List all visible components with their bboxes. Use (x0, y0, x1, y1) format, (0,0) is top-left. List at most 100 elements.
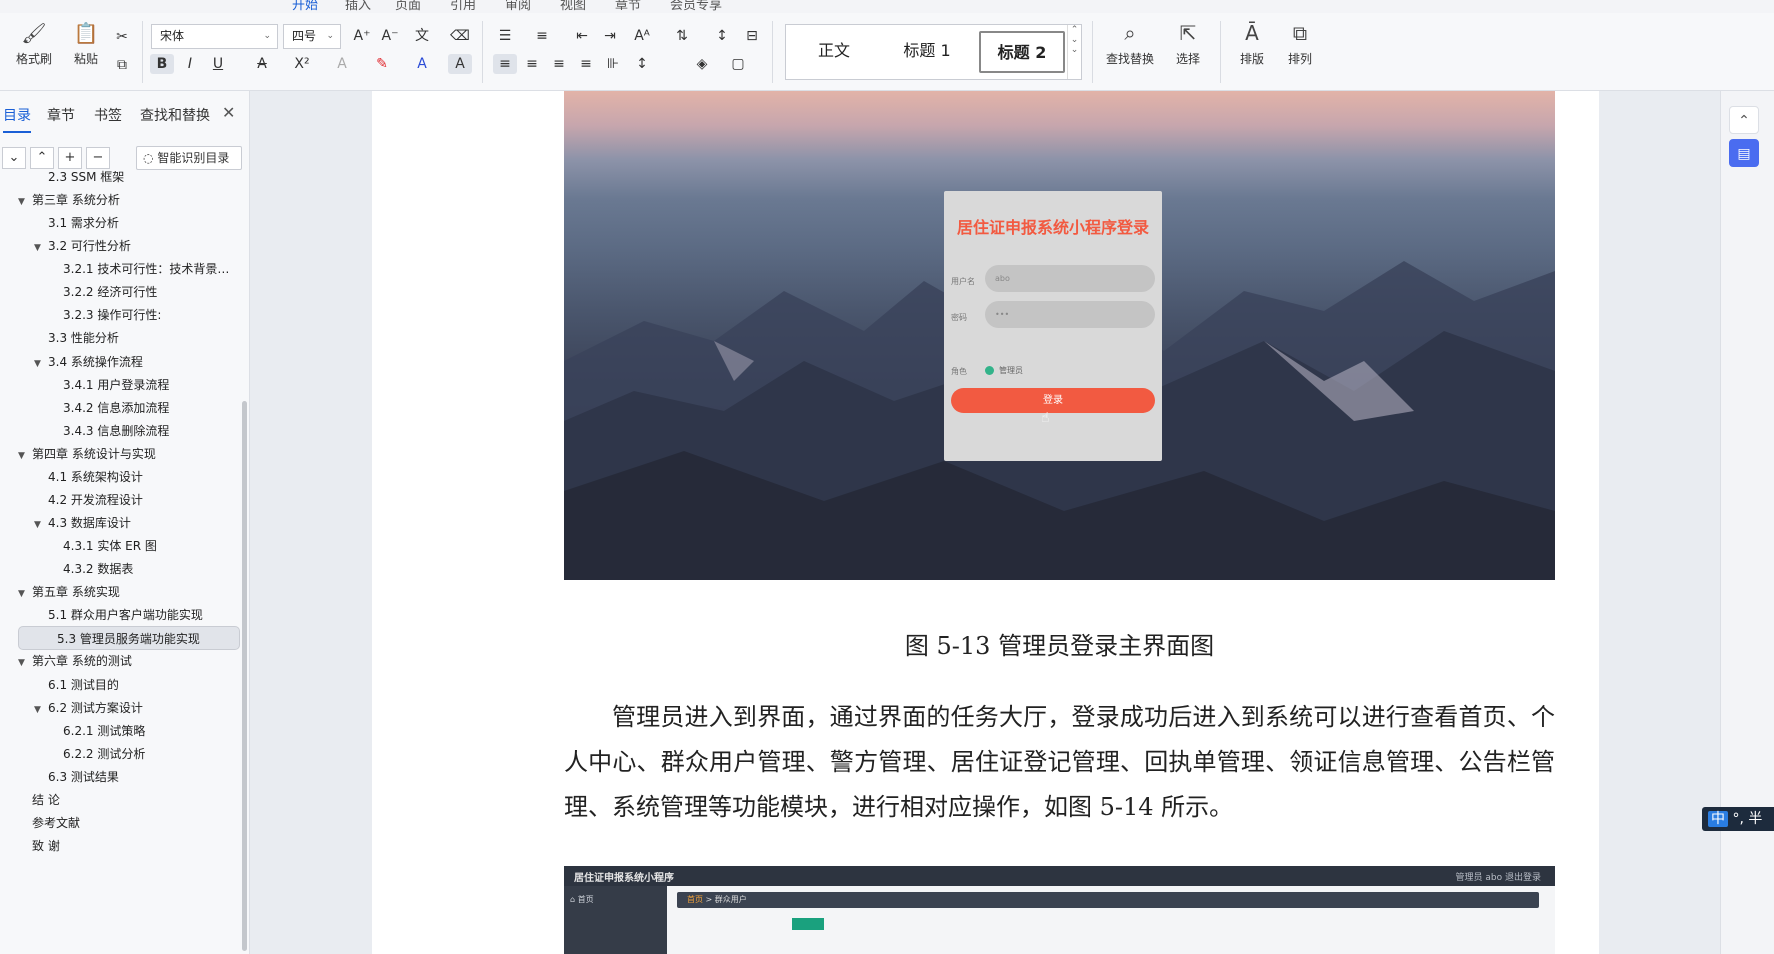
bold-icon[interactable]: B (150, 54, 174, 74)
close-icon[interactable]: ✕ (222, 103, 235, 122)
phonetic-icon[interactable]: 文 (410, 26, 434, 46)
toc-item[interactable]: 3.4.1 用户登录流程 (18, 373, 240, 397)
tab-toc[interactable]: 目录 (3, 105, 31, 133)
style-heading-1[interactable]: 标题 1 (882, 31, 972, 73)
toc-item[interactable]: 致 谢 (18, 834, 240, 858)
tab-stop-icon[interactable]: ⊟ (740, 26, 764, 46)
toc-item[interactable]: ▼ 3.4 系统操作流程 (18, 350, 240, 374)
toc-item[interactable]: ▼ 第四章 系统设计与实现 (18, 442, 240, 466)
increase-indent-icon[interactable]: ⇥ (598, 26, 622, 46)
toc-item[interactable]: 4.1 系统架构设计 (18, 465, 240, 489)
distribute-icon[interactable]: ⊪ (601, 54, 625, 74)
underline-icon[interactable]: U (206, 54, 230, 74)
layout-button[interactable]: Ā 排版 (1232, 21, 1272, 67)
border-icon[interactable]: ▢ (726, 54, 750, 74)
toc-toggle[interactable]: ▼ (18, 651, 32, 673)
menu-item[interactable]: 审阅 (505, 0, 531, 13)
menu-item[interactable]: 开始 (292, 0, 318, 13)
toc-toggle[interactable]: ▼ (18, 190, 32, 212)
show-marks-icon[interactable]: ↕ (710, 26, 734, 46)
line-spacing-icon[interactable]: ↕ (630, 54, 654, 74)
toc-toggle[interactable]: ▼ (34, 236, 48, 258)
shrink-font-icon[interactable]: A⁻ (378, 26, 402, 46)
decrease-indent-icon[interactable]: ⇤ (570, 26, 594, 46)
menu-item[interactable]: 页面 (395, 0, 421, 13)
text-direction-icon[interactable]: Aᴬ (630, 26, 654, 46)
menu-item[interactable]: 会员专享 (670, 0, 722, 13)
toc-scrollbar[interactable] (242, 401, 247, 951)
align-right-icon[interactable]: ≡ (547, 54, 571, 74)
select-button[interactable]: ⇱ 选择 (1168, 21, 1208, 67)
arrange-button[interactable]: ⧉ 排列 (1280, 21, 1320, 67)
toc-item[interactable]: ▼ 6.2 测试方案设计 (18, 696, 240, 720)
toc-toggle[interactable]: ▼ (18, 582, 32, 604)
align-center-icon[interactable]: ≡ (520, 54, 544, 74)
toc-item[interactable]: 5.1 群众用户客户端功能实现 (18, 603, 240, 627)
collapse-icon[interactable]: ⌃ (1729, 106, 1759, 134)
menu-item[interactable]: 章节 (615, 0, 641, 13)
align-left-icon[interactable]: ≡ (493, 54, 517, 74)
shading-icon[interactable]: ◈ (690, 54, 714, 74)
menu-item[interactable]: 插入 (345, 0, 371, 13)
toc-item[interactable]: ▼ 第三章 系统分析 (18, 188, 240, 212)
grow-font-icon[interactable]: A⁺ (350, 26, 374, 46)
clear-format-icon[interactable]: ⌫ (448, 26, 472, 46)
toc-toggle[interactable]: ▼ (18, 444, 32, 466)
toc-item[interactable]: 2.3 SSM 框架 (18, 165, 240, 189)
toc-item[interactable]: 3.4.2 信息添加流程 (18, 396, 240, 420)
tab-find-replace[interactable]: 查找和替换 (140, 105, 210, 125)
toc-label: 致 谢 (32, 839, 60, 854)
tab-bookmarks[interactable]: 书签 (94, 105, 122, 125)
numbered-list-icon[interactable]: ≡ (530, 26, 554, 46)
menu-bar: 开始 插入 页面 引用 审阅 视图 章节 会员专享 (0, 0, 1774, 13)
panel-toggle-icon[interactable]: ▤ (1729, 139, 1759, 167)
superscript-icon[interactable]: X² (290, 54, 314, 74)
toc-toggle[interactable]: ▼ (34, 698, 48, 720)
toc-item[interactable]: 3.4.3 信息删除流程 (18, 419, 240, 443)
toc-item[interactable]: 4.3.1 实体 ER 图 (18, 534, 240, 558)
italic-icon[interactable]: I (178, 54, 202, 74)
justify-icon[interactable]: ≡ (574, 54, 598, 74)
toc-item[interactable]: 4.3.2 数据表 (18, 557, 240, 581)
toc-item[interactable]: 3.2.3 操作可行性: (18, 303, 240, 327)
strikethrough-icon[interactable]: A (250, 54, 274, 74)
highlight-icon[interactable]: ✎ (370, 54, 394, 74)
bullet-list-icon[interactable]: ☰ (493, 26, 517, 46)
toc-item[interactable]: 3.3 性能分析 (18, 326, 240, 350)
toc-item[interactable]: 6.2.2 测试分析 (18, 742, 240, 766)
toc-toggle[interactable]: ▼ (34, 352, 48, 374)
style-heading-2[interactable]: 标题 2 (979, 31, 1065, 73)
copy-icon[interactable]: ⧉ (110, 55, 134, 75)
toc-item[interactable]: 5.3 管理员服务端功能实现 (18, 626, 240, 651)
font-name-select[interactable]: 宋体 ⌄ (151, 24, 278, 49)
char-shading-icon[interactable]: A (448, 54, 472, 74)
toc-item[interactable]: 6.1 测试目的 (18, 673, 240, 697)
text-effect-icon[interactable]: A (330, 54, 354, 74)
toc-item[interactable]: 4.2 开发流程设计 (18, 488, 240, 512)
toc-item[interactable]: 3.2.2 经济可行性 (18, 280, 240, 304)
toc-item[interactable]: ▼ 第五章 系统实现 (18, 580, 240, 604)
font-color-icon[interactable]: A (410, 54, 434, 74)
toc-item[interactable]: 结 论 (18, 788, 240, 812)
format-painter-button[interactable]: 🖌 格式刷 (16, 21, 52, 67)
ime-indicator[interactable]: 中 °, 半 (1702, 807, 1774, 831)
style-normal[interactable]: 正文 (794, 31, 874, 73)
find-replace-button[interactable]: ⌕ 查找替换 (1098, 21, 1162, 67)
style-gallery-scroll[interactable]: ⌃ ⌄ ⌄ (1067, 25, 1081, 79)
toc-toggle[interactable]: ▼ (34, 513, 48, 535)
toc-item[interactable]: ▼ 4.3 数据库设计 (18, 511, 240, 535)
toc-item[interactable]: ▼ 3.2 可行性分析 (18, 234, 240, 258)
font-size-select[interactable]: 四号 ⌄ (283, 24, 341, 49)
paste-button[interactable]: 📋 粘贴 (66, 21, 106, 67)
toc-item[interactable]: 参考文献 (18, 811, 240, 835)
toc-item[interactable]: 6.2.1 测试策略 (18, 719, 240, 743)
toc-item[interactable]: ▼ 第六章 系统的测试 (18, 649, 240, 673)
cut-icon[interactable]: ✂ (110, 27, 134, 47)
toc-item[interactable]: 3.2.1 技术可行性：技术背景… (18, 257, 240, 281)
toc-item[interactable]: 6.3 测试结果 (18, 765, 240, 789)
sort-icon[interactable]: ⇅ (670, 26, 694, 46)
menu-item[interactable]: 引用 (450, 0, 476, 13)
menu-item[interactable]: 视图 (560, 0, 586, 13)
toc-item[interactable]: 3.1 需求分析 (18, 211, 240, 235)
tab-chapters[interactable]: 章节 (47, 105, 75, 125)
